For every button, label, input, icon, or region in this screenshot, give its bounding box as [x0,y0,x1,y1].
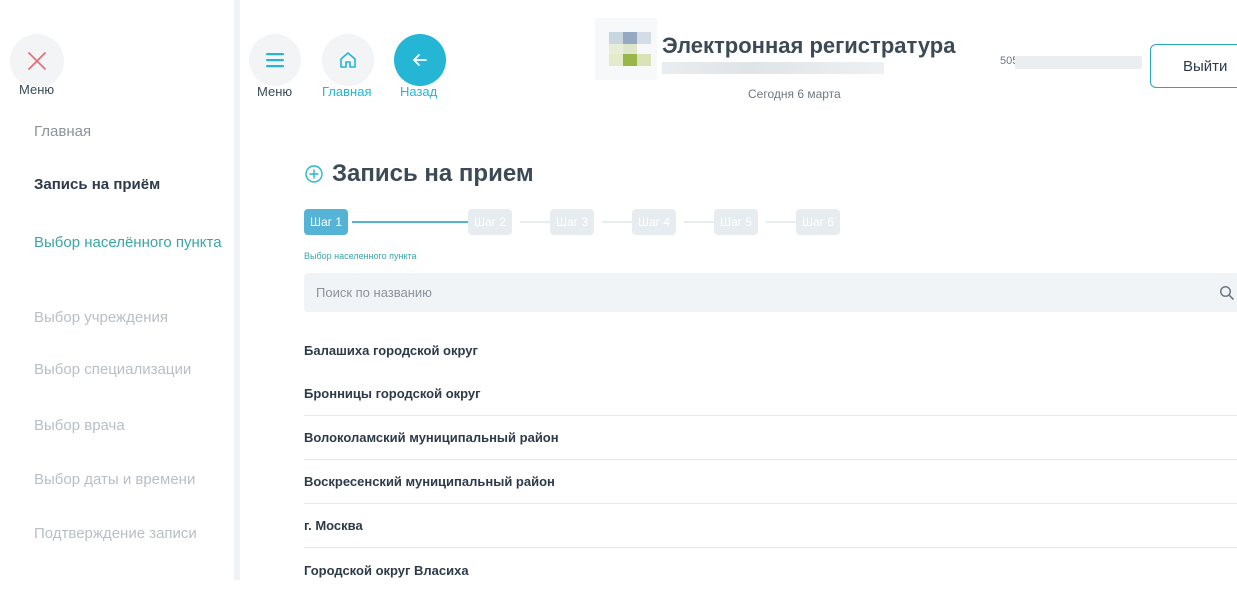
step-connector-1 [352,221,468,223]
step-caption: Выбор населенного пункта [304,251,417,261]
sidebar-item-appointment[interactable]: Запись на приём [34,171,224,198]
step-connector-4 [684,221,714,223]
step-connector-5 [766,221,796,223]
sidebar-item-select-institution: Выбор учреждения [34,309,168,326]
plus-circle-icon [305,165,323,183]
today-date: Сегодня 6 марта [748,87,841,101]
home-button[interactable] [322,34,374,86]
step-3: Шаг 3 [550,209,595,235]
list-item[interactable]: Городской округ Власиха [304,548,1237,592]
list-item[interactable]: Волоколамский муниципальный район [304,416,1237,460]
arrow-left-icon [413,54,427,66]
close-menu-button[interactable] [10,34,64,88]
sidebar: Меню Главная Запись на приём Выбор насел… [0,0,234,580]
phone-redacted [1015,56,1142,69]
sidebar-item-confirmation: Подтверждение записи [34,525,197,542]
step-4: Шаг 4 [632,209,677,235]
hamburger-icon [266,53,284,68]
sidebar-item-home[interactable]: Главная [34,118,224,145]
sidebar-item-select-specialization: Выбор специализации [34,361,192,378]
list-item[interactable]: Воскресенский муниципальный район [304,460,1237,504]
step-connector-2 [520,221,550,223]
page-title: Запись на прием [304,160,534,188]
menu-button-label[interactable]: Меню [257,84,292,99]
step-1[interactable]: Шаг 1 [304,209,349,235]
search-icon[interactable] [1219,285,1235,301]
sidebar-divider [234,0,240,580]
logout-button[interactable]: Выйти [1150,44,1237,88]
brand-logo [595,18,657,80]
close-menu-label: Меню [19,82,55,97]
sidebar-item-select-datetime: Выбор даты и времени [34,471,196,488]
step-5: Шаг 5 [714,209,759,235]
sidebar-item-select-doctor: Выбор врача [34,417,125,434]
brand-subtitle-redacted [662,62,884,74]
step-6: Шаг 6 [796,209,841,235]
step-connector-3 [602,221,632,223]
list-item[interactable]: г. Москва [304,504,1237,548]
home-button-label[interactable]: Главная [322,84,371,99]
back-button[interactable] [394,34,446,86]
menu-button[interactable] [249,34,301,86]
close-icon [28,52,46,70]
list-item[interactable]: Бронницы городской округ [304,372,1237,416]
page-title-text: Запись на прием [332,160,534,187]
home-icon [340,52,356,68]
list-item[interactable]: Балашиха городской округ [304,328,1237,372]
step-2: Шаг 2 [468,209,513,235]
back-button-label[interactable]: Назад [400,84,437,99]
search-input[interactable] [304,273,1237,312]
brand-title: Электронная регистратура [662,33,956,58]
sidebar-item-select-locality[interactable]: Выбор населённого пункта [34,229,224,256]
